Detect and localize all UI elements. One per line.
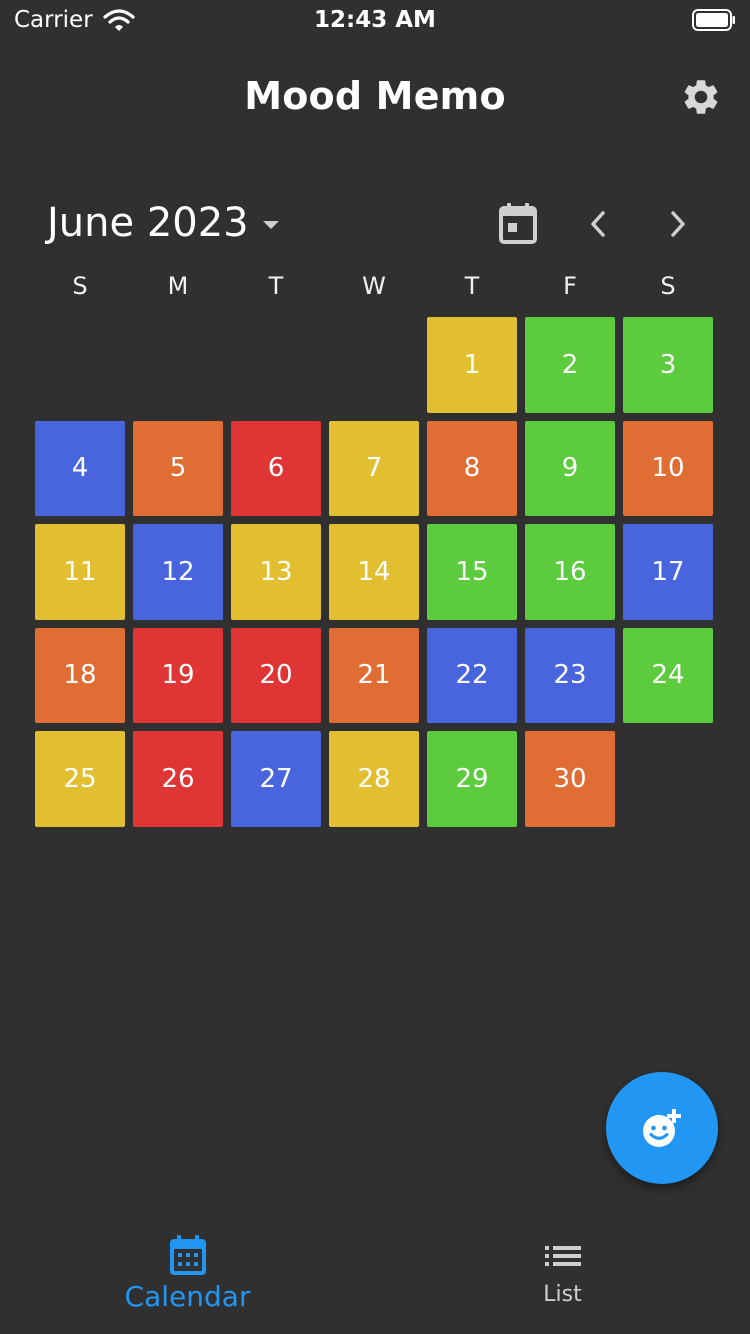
bottom-nav: Calendar List (0, 1220, 750, 1334)
day-cell[interactable]: 15 (427, 524, 517, 620)
day-cell[interactable]: 16 (525, 524, 615, 620)
calendar-grid: 1 2 3 4 5 6 7 8 9 10 11 12 13 14 15 16 17 18 19 20 21 22 23 24 2… (31, 313, 719, 831)
day-number: 24 (651, 660, 685, 691)
day-number: 30 (553, 763, 587, 794)
calendar-today-icon[interactable] (498, 202, 538, 244)
day-number: 14 (357, 556, 391, 587)
day-cell[interactable]: 26 (133, 731, 223, 827)
day-cell[interactable]: 24 (623, 627, 713, 723)
day-number: 7 (365, 453, 383, 484)
day-number: 16 (553, 556, 587, 587)
day-number: 28 (357, 763, 391, 794)
day-cell[interactable]: 20 (231, 627, 321, 723)
day-number: 4 (71, 453, 89, 484)
day-cell[interactable]: 5 (133, 420, 223, 516)
day-cell[interactable]: 28 (329, 731, 419, 827)
calendar-icon (169, 1235, 206, 1275)
day-number: 12 (161, 556, 195, 587)
weekday-tue: T (268, 272, 284, 300)
day-number: 27 (259, 763, 293, 794)
list-icon (544, 1246, 581, 1266)
day-cell-empty (35, 317, 125, 413)
weekday-mon: M (167, 272, 189, 300)
day-cell[interactable]: 12 (133, 524, 223, 620)
day-number: 17 (651, 556, 685, 587)
day-cell[interactable]: 9 (525, 420, 615, 516)
day-cell[interactable]: 4 (35, 420, 125, 516)
nav-label-list: List (543, 1282, 582, 1307)
caret-down-icon (262, 221, 279, 229)
chevron-right-icon[interactable] (666, 208, 690, 240)
weekday-fri: F (563, 272, 577, 300)
day-cell-empty (329, 317, 419, 413)
day-number: 13 (259, 556, 293, 587)
day-number: 1 (463, 349, 481, 380)
day-number: 15 (455, 556, 489, 587)
app-screen: Carrier 12:43 AM Mood Memo June 2023 S M… (0, 0, 750, 1334)
status-time: 12:43 AM (314, 7, 436, 33)
day-cell[interactable]: 10 (623, 420, 713, 516)
day-number: 20 (259, 660, 293, 691)
day-cell[interactable]: 11 (35, 524, 125, 620)
day-cell[interactable]: 13 (231, 524, 321, 620)
day-number: 11 (63, 556, 97, 587)
day-cell[interactable]: 3 (623, 317, 713, 413)
day-number: 2 (561, 349, 579, 380)
nav-label-calendar: Calendar (124, 1280, 251, 1313)
day-number: 18 (63, 660, 97, 691)
weekday-sun: S (72, 272, 88, 300)
day-number: 8 (463, 453, 481, 484)
day-number: 19 (161, 660, 195, 691)
add-mood-icon (643, 1109, 681, 1147)
day-cell[interactable]: 17 (623, 524, 713, 620)
add-mood-button[interactable] (606, 1072, 718, 1184)
day-cell[interactable]: 21 (329, 627, 419, 723)
day-number: 29 (455, 763, 489, 794)
weekday-thu: T (464, 272, 480, 300)
day-number: 21 (357, 660, 391, 691)
day-cell[interactable]: 1 (427, 317, 517, 413)
day-number: 22 (455, 660, 489, 691)
day-cell[interactable]: 8 (427, 420, 517, 516)
day-number: 9 (561, 453, 579, 484)
nav-tab-calendar[interactable]: Calendar (0, 1220, 375, 1334)
day-number: 5 (169, 453, 187, 484)
day-cell[interactable]: 27 (231, 731, 321, 827)
day-cell[interactable]: 25 (35, 731, 125, 827)
day-cell[interactable]: 29 (427, 731, 517, 827)
day-cell[interactable]: 7 (329, 420, 419, 516)
day-cell[interactable]: 23 (525, 627, 615, 723)
nav-tab-list[interactable]: List (375, 1220, 750, 1334)
day-number: 10 (651, 453, 685, 484)
day-cell[interactable]: 22 (427, 627, 517, 723)
day-cell[interactable]: 30 (525, 731, 615, 827)
day-number: 23 (553, 660, 587, 691)
chevron-left-icon[interactable] (586, 208, 610, 240)
day-cell[interactable]: 19 (133, 627, 223, 723)
weekday-header-row: S M T W T F S (31, 272, 719, 300)
month-selector[interactable]: June 2023 (47, 200, 281, 246)
day-cell-empty (133, 317, 223, 413)
status-bar: Carrier 12:43 AM (0, 0, 750, 40)
day-cell[interactable]: 18 (35, 627, 125, 723)
battery-icon (692, 9, 735, 31)
day-number: 25 (63, 763, 97, 794)
gear-icon[interactable] (680, 76, 722, 118)
day-number: 3 (659, 349, 677, 380)
day-cell-empty (231, 317, 321, 413)
month-label: June 2023 (47, 200, 249, 246)
day-cell[interactable]: 6 (231, 420, 321, 516)
day-number: 6 (267, 453, 285, 484)
weekday-wed: W (362, 272, 386, 300)
day-cell[interactable]: 14 (329, 524, 419, 620)
day-cell[interactable]: 2 (525, 317, 615, 413)
page-title: Mood Memo (244, 74, 506, 118)
day-number: 26 (161, 763, 195, 794)
weekday-sat: S (660, 272, 676, 300)
